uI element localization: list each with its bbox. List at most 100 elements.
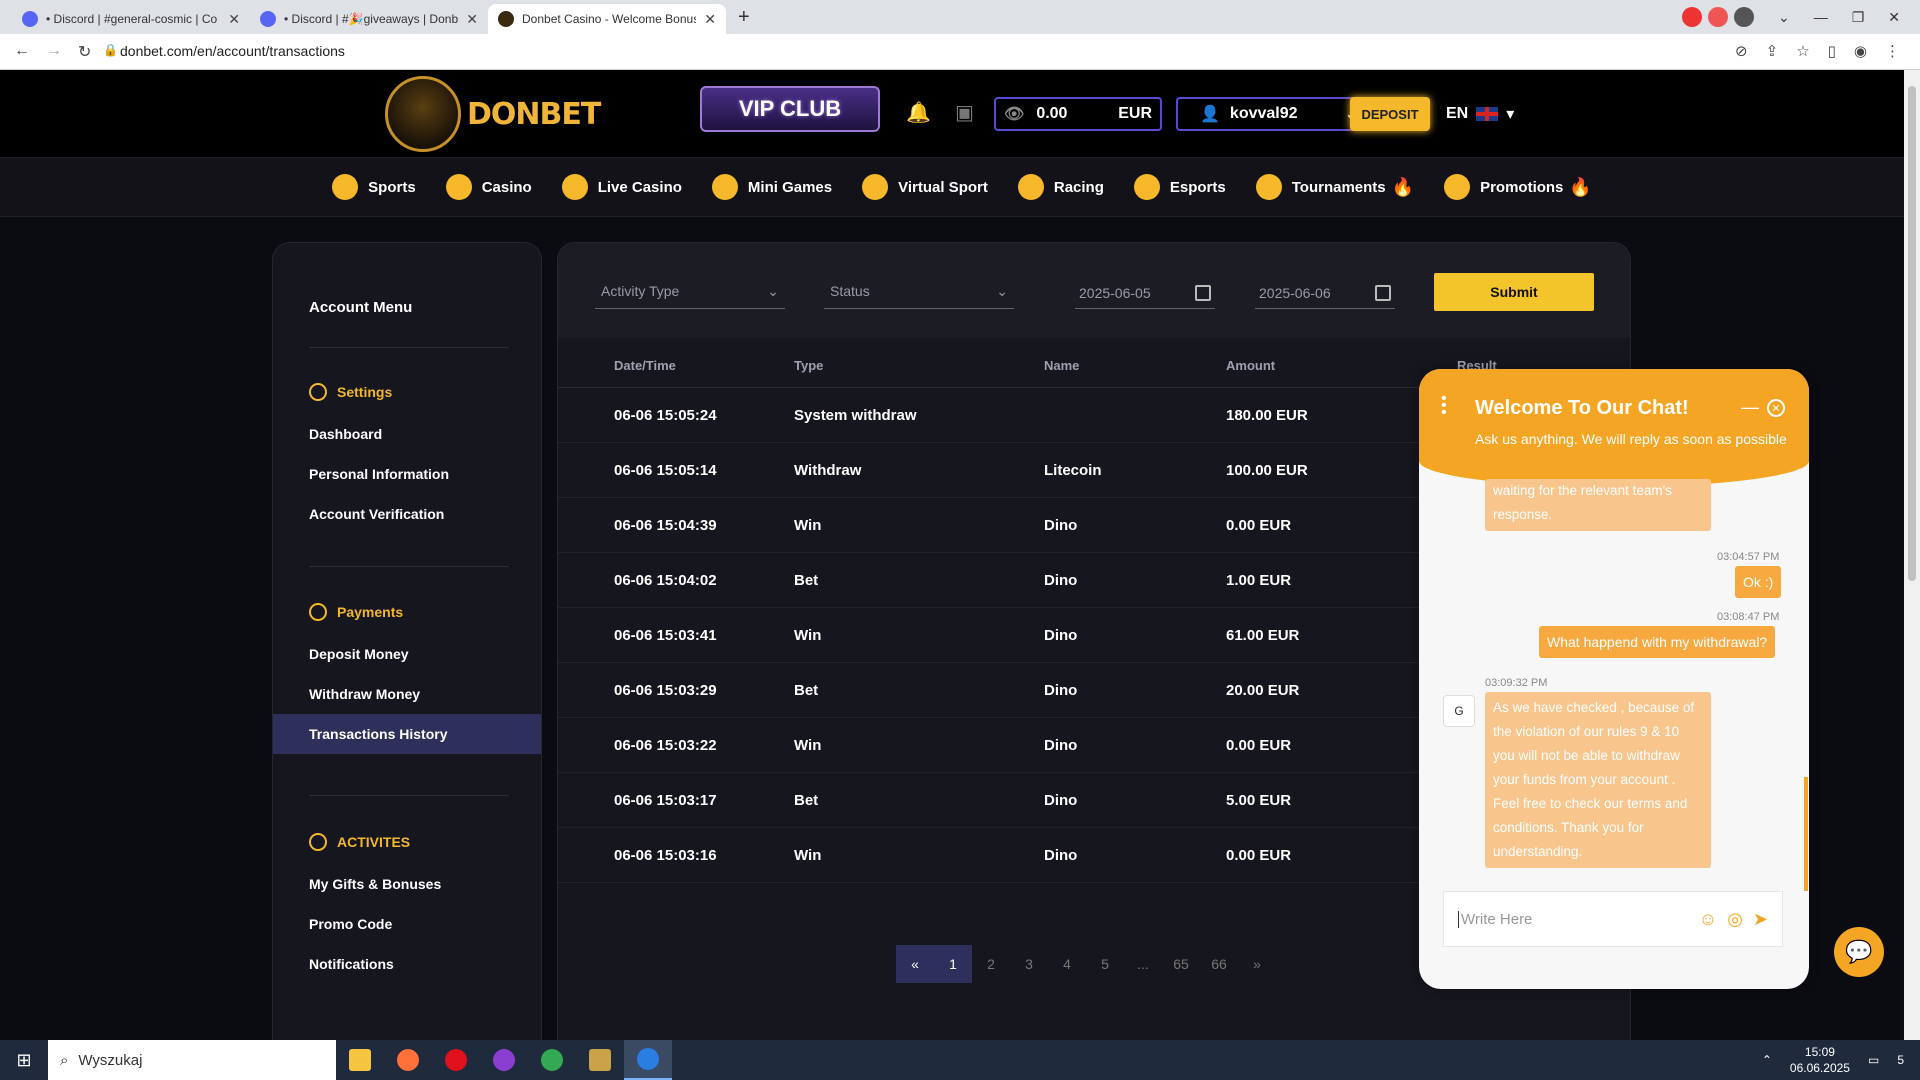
- bookmark-star-icon[interactable]: ☆: [1796, 42, 1809, 60]
- menu-promo-code[interactable]: Promo Code: [309, 916, 392, 932]
- game-app[interactable]: [480, 1040, 528, 1080]
- gift-box-icon[interactable]: ▣: [955, 100, 974, 125]
- payments-section[interactable]: Payments: [309, 603, 403, 621]
- lock-icon[interactable]: 🔒: [103, 43, 118, 57]
- eye-icon[interactable]: 👁: [1004, 104, 1024, 124]
- date-to-input[interactable]: 2025-06-06: [1255, 277, 1395, 309]
- send-icon[interactable]: ➤: [1753, 909, 1768, 930]
- clock[interactable]: 15:09 06.06.2025: [1790, 1044, 1850, 1076]
- submit-button[interactable]: Submit: [1434, 273, 1594, 311]
- chat-input-placeholder[interactable]: Write Here: [1458, 910, 1689, 928]
- page-66[interactable]: 66: [1200, 945, 1238, 983]
- nav-esports[interactable]: Esports: [1133, 174, 1226, 200]
- extension-icon[interactable]: [1681, 7, 1702, 27]
- notifications-icon[interactable]: ▭: [1868, 1053, 1879, 1067]
- nav-virtual-sport[interactable]: Virtual Sport: [862, 174, 988, 200]
- ur-browser-app[interactable]: [624, 1040, 672, 1080]
- chat-launcher-button[interactable]: 💬: [1834, 927, 1884, 977]
- menu-gifts-bonuses[interactable]: My Gifts & Bonuses: [309, 876, 441, 892]
- nav-racing[interactable]: Racing: [1017, 174, 1104, 200]
- chat-menu-icon[interactable]: • • •: [1441, 391, 1447, 421]
- emoji-icon[interactable]: ☺: [1699, 909, 1717, 930]
- windows-start-icon[interactable]: ⊞: [0, 1040, 48, 1080]
- close-tab-icon[interactable]: ✕: [228, 11, 240, 28]
- eye-off-icon[interactable]: ⊘: [1735, 42, 1748, 60]
- browser-tab-discord-giveaways[interactable]: • Discord | #🎉giveaways | Donb ✕: [250, 4, 488, 34]
- opera-app[interactable]: [432, 1040, 480, 1080]
- deposit-button[interactable]: DEPOSIT: [1350, 97, 1430, 131]
- browser-tab-donbet[interactable]: Donbet Casino - Welcome Bonus ✕: [488, 4, 726, 34]
- reload-icon[interactable]: ↻: [78, 42, 91, 62]
- menu-kebab-icon[interactable]: ⋮: [1885, 42, 1900, 60]
- url-field[interactable]: donbet.com/en/account/transactions: [120, 43, 345, 59]
- user-menu[interactable]: 👤 kovval92 ⌄: [1176, 97, 1372, 131]
- forward-icon[interactable]: →: [46, 42, 62, 60]
- close-window-icon[interactable]: ✕: [1888, 9, 1900, 26]
- page-prev[interactable]: «: [896, 945, 934, 983]
- menu-account-verification[interactable]: Account Verification: [309, 506, 444, 522]
- close-tab-icon[interactable]: ✕: [704, 11, 716, 28]
- page-next[interactable]: »: [1238, 945, 1276, 983]
- settings-section[interactable]: Settings: [309, 383, 392, 401]
- date-value: 2025-06-06: [1259, 284, 1331, 301]
- divider: [309, 795, 509, 796]
- tab-search-icon[interactable]: ⌄: [1778, 9, 1790, 26]
- bell-icon[interactable]: 🔔: [906, 100, 931, 125]
- column-header: Type: [794, 358, 824, 373]
- download-icon[interactable]: [1733, 7, 1754, 27]
- file-explorer-app[interactable]: [336, 1040, 384, 1080]
- activity-type-select[interactable]: Activity Type ⌄: [595, 277, 785, 309]
- taskbar-search[interactable]: ⌕ Wyszukaj: [48, 1040, 336, 1080]
- menu-notifications[interactable]: Notifications: [309, 956, 394, 972]
- maximize-icon[interactable]: ❐: [1852, 9, 1865, 26]
- menu-deposit-money[interactable]: Deposit Money: [309, 646, 409, 662]
- minimize-chat-icon[interactable]: —: [1741, 397, 1759, 418]
- calendar-icon[interactable]: [1375, 284, 1391, 301]
- calendar-icon[interactable]: [1195, 284, 1211, 301]
- language-selector[interactable]: EN ▾: [1446, 104, 1514, 124]
- sidepanel-icon[interactable]: ▯: [1828, 42, 1836, 60]
- menu-transactions-history[interactable]: Transactions History: [309, 726, 448, 742]
- date-from-input[interactable]: 2025-06-05: [1075, 277, 1215, 309]
- tray-chevron-up-icon[interactable]: ⌃: [1762, 1053, 1772, 1067]
- minimize-icon[interactable]: —: [1814, 9, 1828, 25]
- scrollbar-thumb[interactable]: [1908, 86, 1916, 581]
- nav-casino[interactable]: Casino: [445, 174, 532, 200]
- page-scrollbar[interactable]: [1904, 70, 1920, 1040]
- menu-personal-information[interactable]: Personal Information: [309, 466, 449, 482]
- chrome-app[interactable]: [528, 1040, 576, 1080]
- clock-date: 06.06.2025: [1789, 1061, 1850, 1075]
- status-select[interactable]: Status ⌄: [824, 277, 1014, 309]
- page-3[interactable]: 3: [1010, 945, 1048, 983]
- vip-club-banner[interactable]: VIP CLUB: [700, 86, 880, 132]
- profile-icon[interactable]: ◉: [1854, 42, 1867, 60]
- page-65[interactable]: 65: [1162, 945, 1200, 983]
- page-5[interactable]: 5: [1086, 945, 1124, 983]
- nav-tournaments[interactable]: Tournaments 🔥: [1255, 174, 1414, 200]
- chat-input[interactable]: Write Here ☺ ◎ ➤: [1443, 891, 1783, 947]
- menu-dashboard[interactable]: Dashboard: [309, 426, 382, 442]
- close-tab-icon[interactable]: ✕: [466, 11, 478, 28]
- nav-promotions[interactable]: Promotions 🔥: [1444, 174, 1592, 200]
- back-icon[interactable]: ←: [14, 42, 30, 60]
- donbet-logo[interactable]: DONBET: [385, 76, 601, 152]
- attachment-icon[interactable]: ◎: [1727, 909, 1743, 930]
- balance-display[interactable]: 👁 0.00 EUR: [994, 97, 1162, 131]
- cell-type: Bet: [794, 572, 819, 589]
- page-1[interactable]: 1: [934, 945, 972, 983]
- share-icon[interactable]: ⇪: [1766, 42, 1779, 60]
- nav-live-casino[interactable]: Live Casino: [561, 174, 682, 200]
- close-chat-icon[interactable]: ✕: [1767, 399, 1785, 417]
- nav-mini-games[interactable]: Mini Games: [711, 174, 832, 200]
- chat-scrollbar[interactable]: [1804, 777, 1808, 891]
- firefox-app[interactable]: [384, 1040, 432, 1080]
- page-2[interactable]: 2: [972, 945, 1010, 983]
- media-app[interactable]: [576, 1040, 624, 1080]
- new-tab-button[interactable]: +: [738, 6, 750, 29]
- extension-icon[interactable]: [1707, 7, 1728, 27]
- nav-sports[interactable]: Sports: [332, 174, 416, 200]
- activites-section[interactable]: ACTIVITES: [309, 833, 410, 851]
- browser-tab-discord-general[interactable]: • Discord | #general-cosmic | Co ✕: [12, 4, 250, 34]
- menu-withdraw-money[interactable]: Withdraw Money: [309, 686, 420, 702]
- page-4[interactable]: 4: [1048, 945, 1086, 983]
